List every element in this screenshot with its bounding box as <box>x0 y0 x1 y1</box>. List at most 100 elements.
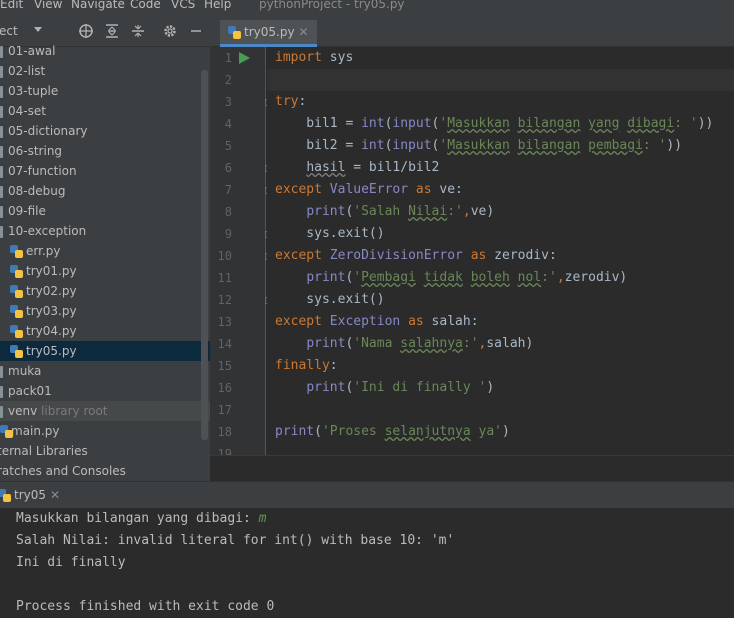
tree-item-label: 04-set <box>8 104 46 118</box>
window-title: pythonProject - try05.py <box>259 0 405 11</box>
project-scrollbar[interactable] <box>201 70 208 440</box>
tree-item-label: 10-exception <box>8 224 87 238</box>
code-line-15: finally: <box>275 358 338 373</box>
run-panel-header: try05 ✕ <box>0 481 734 508</box>
python-file-icon <box>10 324 24 339</box>
editor-gutter: 1 2 3 4 5 6 7 8 9 10 11 12 13 14 15 16 1… <box>210 47 272 455</box>
dropdown-arrow-icon[interactable] <box>34 27 42 32</box>
tree-item-03-tuple[interactable]: 03-tuple <box>0 81 210 101</box>
folder-icon <box>0 45 3 58</box>
close-icon[interactable]: ✕ <box>299 25 309 39</box>
tree-item-label: try01.py <box>26 264 77 278</box>
folder-icon <box>0 385 3 398</box>
line-number: 19 <box>217 447 232 455</box>
tree-item-08-debug[interactable]: 08-debug <box>0 181 210 201</box>
tree-item-venv[interactable]: venv library root <box>0 401 210 421</box>
tree-item-09-file[interactable]: 09-file <box>0 201 210 221</box>
line-number: 4 <box>224 117 232 131</box>
tree-item-pack01[interactable]: pack01 <box>0 381 210 401</box>
target-icon[interactable] <box>78 23 94 39</box>
tree-item-scratches[interactable]: ratches and Consoles <box>0 461 210 481</box>
code-line-14: print('Nama salahnya:',salah) <box>306 336 534 351</box>
editor-tab-bar: try05.py ✕ <box>210 16 734 47</box>
code-line-13: except Exception as salah: <box>275 314 479 329</box>
tree-item-label: 03-tuple <box>8 84 59 98</box>
line-number: 8 <box>224 205 232 219</box>
run-console[interactable]: Masukkan bilangan yang dibagi: m Salah N… <box>0 508 734 618</box>
tree-item-try04-py[interactable]: try04.py <box>10 321 210 341</box>
tab-try05-py[interactable]: try05.py ✕ <box>220 20 317 47</box>
code-line-9: sys.exit() <box>275 226 385 241</box>
line-number: 10 <box>217 249 232 263</box>
folder-icon <box>0 185 3 198</box>
code-editor[interactable]: import sys try: bil1 = int(input('Masukk… <box>267 47 734 455</box>
tree-item-err-py[interactable]: err.py <box>10 241 210 261</box>
code-line-16: print('Ini di finally ') <box>306 380 495 395</box>
line-number: 1 <box>224 51 232 65</box>
menu-code[interactable]: Code <box>130 0 161 11</box>
collapse-all-icon[interactable] <box>130 23 146 39</box>
tree-item-try02-py[interactable]: try02.py <box>10 281 210 301</box>
menu-view[interactable]: View <box>34 0 62 11</box>
tree-item-try01-py[interactable]: try01.py <box>10 261 210 281</box>
python-file-icon <box>228 25 242 40</box>
tree-item-try03-py[interactable]: try03.py <box>10 301 210 321</box>
tree-item-06-string[interactable]: 06-string <box>0 141 210 161</box>
run-icon[interactable] <box>239 52 250 64</box>
tree-item-label: ternal Libraries <box>0 444 88 458</box>
menu-edit[interactable]: Edit <box>0 0 23 11</box>
tree-item-label: 09-file <box>8 204 46 218</box>
folder-icon <box>0 105 3 118</box>
expand-all-icon[interactable] <box>104 23 120 39</box>
tree-item-label: 07-function <box>8 164 77 178</box>
tree-item-05-dictionary[interactable]: 05-dictionary <box>0 121 210 141</box>
python-file-icon <box>10 284 24 299</box>
line-number: 15 <box>217 359 232 373</box>
tree-item-01-awal[interactable]: 01-awal <box>0 41 210 61</box>
console-line: Ini di finally <box>16 555 126 570</box>
code-line-5: bil2 = int(input('Masukkan bilangan pemb… <box>275 138 683 153</box>
tree-item-try05-py[interactable]: try05.py <box>0 341 210 361</box>
project-panel-label[interactable]: ect <box>0 24 18 38</box>
gear-icon[interactable] <box>162 23 178 39</box>
code-line-12: sys.exit() <box>275 292 385 307</box>
run-tab-try05[interactable]: try05 ✕ <box>0 484 70 509</box>
minimize-icon[interactable] <box>188 23 204 39</box>
current-line-highlight <box>267 69 734 91</box>
menu-help[interactable]: Help <box>204 0 231 11</box>
code-line-18: print('Proses selanjutnya ya') <box>275 424 510 439</box>
tree-item-main-py[interactable]: main.py <box>0 421 210 441</box>
tree-item-label: 01-awal <box>8 44 56 58</box>
tab-label: try05.py <box>244 25 295 39</box>
line-number: 17 <box>217 403 232 417</box>
code-line-4: bil1 = int(input('Masukkan bilangan yang… <box>275 116 714 131</box>
line-number: 18 <box>217 425 232 439</box>
tree-item-label: err.py <box>26 244 61 258</box>
line-number: 7 <box>224 183 232 197</box>
menu-vcs[interactable]: VCS <box>171 0 195 11</box>
line-number: 2 <box>224 73 232 87</box>
close-icon[interactable]: ✕ <box>50 488 60 502</box>
line-number: 5 <box>224 139 232 153</box>
tree-item-label: venv <box>8 404 38 418</box>
tree-item-label: ratches and Consoles <box>0 464 126 478</box>
line-number: 6 <box>224 161 232 175</box>
project-tree: 01-awal 02-list 03-tuple 04-set 05-dicti… <box>0 44 210 481</box>
run-tab-label: try05 <box>14 488 47 502</box>
menu-navigate[interactable]: Navigate <box>71 0 125 11</box>
line-number: 12 <box>217 293 232 307</box>
line-number: 9 <box>224 227 232 241</box>
folder-icon <box>0 225 3 238</box>
tree-item-label: main.py <box>11 424 60 438</box>
tree-item-muka[interactable]: muka <box>0 361 210 381</box>
tree-item-external-libraries[interactable]: ternal Libraries <box>0 441 210 461</box>
code-line-10: except ZeroDivisionError as zerodiv: <box>275 248 557 263</box>
editor-footer <box>210 455 734 481</box>
line-number: 13 <box>217 315 232 329</box>
tree-item-02-list[interactable]: 02-list <box>0 61 210 81</box>
line-number: 16 <box>217 381 232 395</box>
python-file-icon <box>10 244 24 259</box>
tree-item-07-function[interactable]: 07-function <box>0 161 210 181</box>
tree-item-10-exception[interactable]: 10-exception <box>0 221 210 241</box>
tree-item-04-set[interactable]: 04-set <box>0 101 210 121</box>
